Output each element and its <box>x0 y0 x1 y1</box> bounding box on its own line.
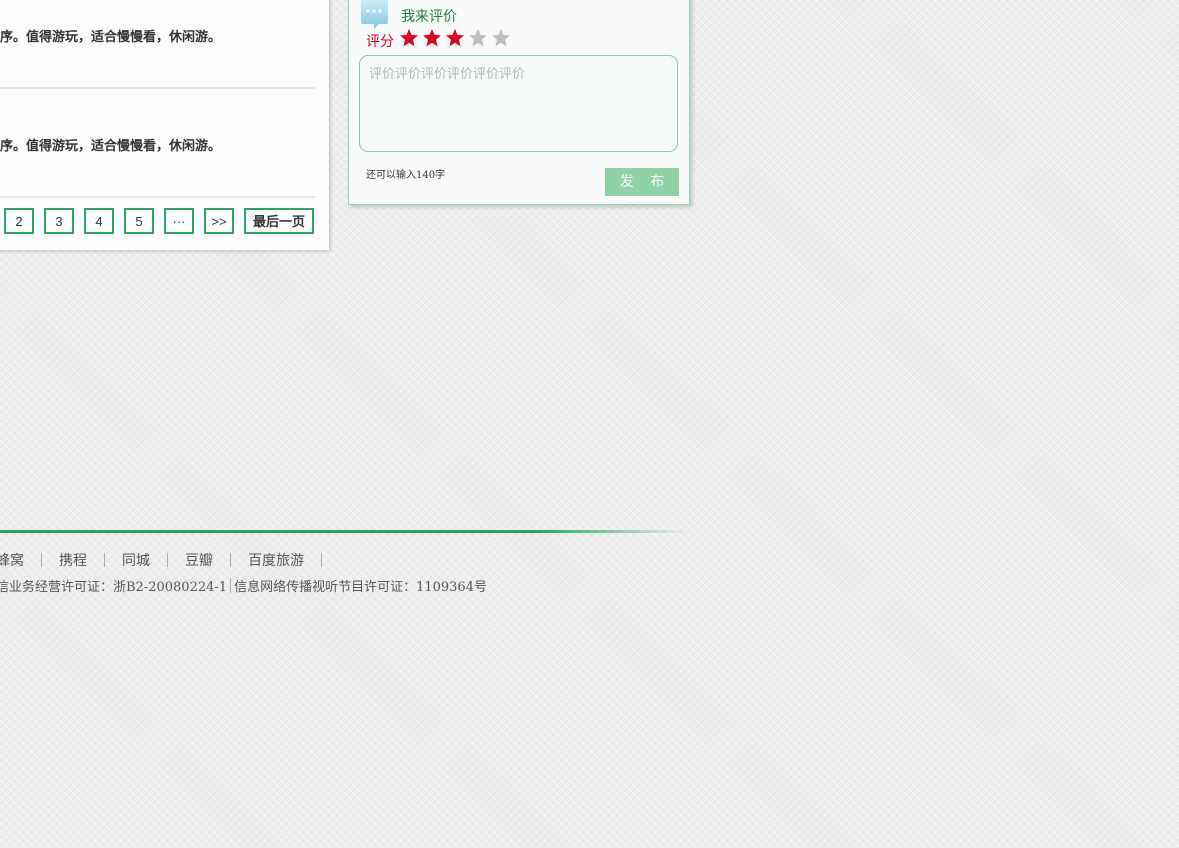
last-page-button[interactable]: 最后一页 <box>244 208 314 234</box>
star-icon[interactable] <box>491 28 511 48</box>
footer-separator <box>104 553 105 567</box>
review-list-panel: 序。值得游玩，适合慢慢看，休闲游。 序。值得游玩，适合慢慢看，休闲游。 2 3 … <box>0 0 329 250</box>
char-count-text: 还可以输入140字 <box>366 170 446 181</box>
divider <box>0 87 315 89</box>
business-license-text: 信业务经营许可证：浙B2-20080224-1 <box>0 580 228 595</box>
footer-license: 信业务经营许可证：浙B2-20080224-1 信息网络传播视听节目许可证：110… <box>0 576 487 595</box>
footer-link-tongcheng[interactable]: 同城 <box>122 550 150 570</box>
star-icon[interactable] <box>445 28 465 48</box>
footer-divider <box>0 530 690 533</box>
footer-separator <box>321 553 322 567</box>
speech-bubble-icon <box>361 0 388 29</box>
review-form-title: 我来评价 <box>401 9 457 25</box>
review-text: 序。值得游玩，适合慢慢看，休闲游。 <box>0 139 222 154</box>
broadcast-license-text: 信息网络传播视听节目许可证：1109364号 <box>234 580 487 595</box>
star-icon[interactable] <box>399 28 419 48</box>
footer-links: 蜂窝 携程 同城 豆瓣 百度旅游 <box>0 551 339 569</box>
footer-separator <box>41 553 42 567</box>
star-rating[interactable] <box>399 28 511 48</box>
publish-button[interactable]: 发 布 <box>605 168 679 196</box>
footer-separator <box>230 553 231 567</box>
star-icon[interactable] <box>422 28 442 48</box>
star-icon[interactable] <box>468 28 488 48</box>
license-separator <box>230 578 232 593</box>
footer-link-mafengwo[interactable]: 蜂窝 <box>0 550 24 570</box>
page-ellipsis-button[interactable]: ··· <box>164 208 194 234</box>
footer-separator <box>167 553 168 567</box>
page-5-button[interactable]: 5 <box>124 208 154 234</box>
next-page-button[interactable]: >> <box>204 208 234 234</box>
divider <box>0 196 315 198</box>
review-text: 序。值得游玩，适合慢慢看，休闲游。 <box>0 30 222 45</box>
footer-link-baidu-travel[interactable]: 百度旅游 <box>248 550 304 570</box>
page-3-button[interactable]: 3 <box>44 208 74 234</box>
review-comment-input[interactable] <box>359 55 678 152</box>
page-2-button[interactable]: 2 <box>4 208 34 234</box>
page-4-button[interactable]: 4 <box>84 208 114 234</box>
footer-link-douban[interactable]: 豆瓣 <box>185 550 213 570</box>
rating-label: 评分 <box>366 34 394 50</box>
footer-link-ctrip[interactable]: 携程 <box>59 550 87 570</box>
